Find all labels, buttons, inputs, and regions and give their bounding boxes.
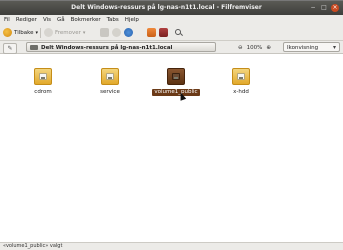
folder-icon bbox=[166, 68, 186, 86]
folder-label: volume1_public bbox=[152, 89, 200, 96]
folder-item[interactable]: x-hdd bbox=[213, 68, 269, 96]
home-icon bbox=[147, 28, 156, 37]
folder-label: cdrom bbox=[34, 89, 52, 95]
folder-item[interactable]: cdrom bbox=[15, 68, 71, 96]
menu-view[interactable]: Vis bbox=[43, 15, 51, 25]
folder-icon bbox=[100, 68, 120, 86]
search-button[interactable] bbox=[174, 27, 183, 38]
status-bar: «volume1_public» valgt bbox=[0, 242, 343, 250]
path-label: Delt Windows-ressurs på lg-nas-n1t1.loca… bbox=[41, 45, 173, 51]
computer-button[interactable] bbox=[159, 27, 168, 38]
search-icon bbox=[174, 28, 183, 37]
menu-help[interactable]: Hjelp bbox=[125, 15, 139, 25]
folder-label: x-hdd bbox=[233, 89, 249, 95]
up-icon bbox=[100, 28, 109, 37]
folder-icon bbox=[231, 68, 251, 86]
view-mode-label: Ikonvisning bbox=[287, 45, 319, 51]
zoom-out-icon[interactable]: ⊖ bbox=[238, 45, 243, 51]
up-button[interactable] bbox=[100, 27, 109, 38]
forward-icon bbox=[44, 28, 53, 37]
folder-icon bbox=[33, 68, 53, 86]
file-view[interactable]: cdrom service volume1_public x-hdd bbox=[0, 54, 343, 242]
menu-tabs[interactable]: Tabs bbox=[107, 15, 119, 25]
view-mode-select[interactable]: Ikonvisning ▾ bbox=[283, 42, 340, 52]
zoom-control: ⊖ 100% ⊕ bbox=[238, 43, 271, 52]
home-button[interactable] bbox=[147, 27, 156, 38]
reload-icon bbox=[124, 28, 133, 37]
computer-icon bbox=[159, 28, 168, 37]
zoom-level[interactable]: 100% bbox=[247, 45, 263, 51]
path-button[interactable]: Delt Windows-ressurs på lg-nas-n1t1.loca… bbox=[26, 42, 216, 52]
network-drive-icon bbox=[30, 45, 38, 50]
edit-location-button[interactable]: ✎ bbox=[3, 43, 17, 54]
stop-button[interactable] bbox=[112, 27, 121, 38]
toolbar: Tilbake ▾ Fremover ▾ bbox=[0, 25, 343, 41]
back-button[interactable]: Tilbake ▾ bbox=[3, 27, 38, 38]
chevron-down-icon[interactable]: ▾ bbox=[83, 30, 86, 36]
toolbar-separator bbox=[40, 28, 41, 38]
menu-file[interactable]: Fil bbox=[4, 15, 10, 25]
zoom-in-icon[interactable]: ⊕ bbox=[266, 45, 271, 51]
title-bar: Delt Windows-ressurs på lg-nas-n1t1.loca… bbox=[0, 0, 343, 16]
location-bar: ✎ Delt Windows-ressurs på lg-nas-n1t1.lo… bbox=[0, 41, 343, 54]
forward-label: Fremover bbox=[55, 29, 81, 36]
menu-edit[interactable]: Rediger bbox=[16, 15, 37, 25]
menu-go[interactable]: Gå bbox=[57, 15, 65, 25]
folder-item-selected[interactable]: volume1_public bbox=[148, 68, 204, 96]
back-icon bbox=[3, 28, 12, 37]
chevron-down-icon: ▾ bbox=[332, 44, 336, 51]
minimize-button[interactable]: − bbox=[309, 4, 317, 12]
pencil-icon: ✎ bbox=[7, 45, 13, 52]
forward-button[interactable]: Fremover ▾ bbox=[44, 27, 85, 38]
status-text: «volume1_public» valgt bbox=[3, 243, 63, 249]
folder-item[interactable]: service bbox=[82, 68, 138, 96]
back-label: Tilbake bbox=[14, 29, 34, 36]
menu-bar: Fil Rediger Vis Gå Bokmerker Tabs Hjelp bbox=[0, 15, 343, 25]
close-button[interactable]: × bbox=[331, 4, 339, 12]
chevron-down-icon[interactable]: ▾ bbox=[35, 30, 38, 36]
stop-icon bbox=[112, 28, 121, 37]
reload-button[interactable] bbox=[124, 27, 133, 38]
menu-bookmarks[interactable]: Bokmerker bbox=[71, 15, 101, 25]
folder-label: service bbox=[100, 89, 120, 95]
window-title: Delt Windows-ressurs på lg-nas-n1t1.loca… bbox=[71, 4, 262, 11]
maximize-button[interactable]: □ bbox=[320, 4, 328, 12]
window-controls: − □ × bbox=[309, 4, 339, 13]
